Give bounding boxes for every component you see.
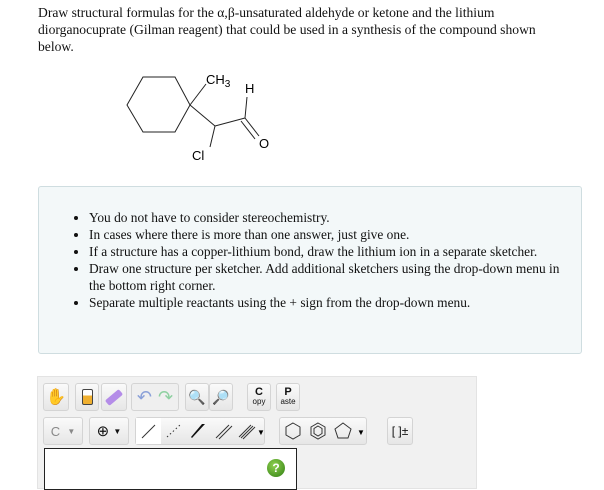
- undo-redo-group: ↶ ↷: [131, 383, 179, 411]
- bracket-icon: [ ]±: [391, 424, 409, 438]
- ring-tools: ▼: [279, 417, 367, 445]
- eraser-icon: [104, 388, 124, 406]
- hand-icon: ✋: [46, 389, 66, 406]
- bond-tools: ▼: [135, 417, 265, 445]
- eraser-button[interactable]: [101, 383, 127, 411]
- cyclopentane-icon: [334, 422, 352, 439]
- target-molecule: CH3 H O Cl: [126, 72, 269, 163]
- zoom-in-button[interactable]: 🔍: [185, 383, 209, 411]
- clear-button[interactable]: [75, 383, 99, 411]
- cyclohexane-ring: [126, 76, 191, 133]
- chevron-down-icon: ▼: [113, 426, 122, 436]
- paste-label: P: [284, 386, 292, 398]
- note-item: In cases where there is more than one an…: [89, 226, 581, 243]
- paste-sublabel: aste: [280, 397, 296, 406]
- copy-button[interactable]: Copy: [247, 383, 271, 411]
- double-bond-icon: [215, 424, 233, 440]
- triple-bond-icon: [238, 424, 256, 440]
- chevron-down-icon: ▼: [357, 428, 365, 437]
- sketcher: ✋ ↶ ↷ 🔍 🔎 Copy Paste C ▼ ⊕ ▼ ▼ ▼ [ ]± ?: [37, 376, 477, 490]
- charge-selector[interactable]: ⊕ ▼: [89, 417, 129, 445]
- ch3-label: CH3: [206, 72, 231, 90]
- cyclohexane-icon: [285, 422, 301, 440]
- drawing-canvas[interactable]: ?: [44, 448, 297, 490]
- note-item: Separate multiple reactants using the + …: [89, 294, 581, 311]
- zoom-out-button[interactable]: 🔎: [209, 383, 233, 411]
- zoom-out-icon: 🔎: [212, 388, 230, 405]
- zoom-in-icon: 🔍: [188, 388, 206, 405]
- note-item: Draw one structure per sketcher. Add add…: [89, 260, 581, 294]
- charge-icon: ⊕: [96, 423, 110, 440]
- ring-icons: ▼: [285, 422, 365, 440]
- help-icon[interactable]: ?: [267, 459, 285, 477]
- copy-sublabel: opy: [252, 397, 266, 406]
- wedge-bond-icon: [191, 424, 205, 438]
- hashed-bond-icon: [166, 424, 181, 438]
- move-tool-button[interactable]: ✋: [43, 383, 69, 411]
- chevron-down-icon: ▼: [67, 426, 76, 436]
- note-item: You do not have to consider stereochemis…: [89, 209, 581, 226]
- bracket-button[interactable]: [ ]±: [387, 417, 413, 445]
- undo-icon[interactable]: ↶: [137, 387, 152, 408]
- benzene-icon: [310, 422, 326, 440]
- paste-button[interactable]: Paste: [276, 383, 300, 411]
- o-label: O: [259, 136, 269, 151]
- atom-selector[interactable]: C ▼: [43, 417, 83, 445]
- copy-label: C: [255, 386, 263, 398]
- note-item: If a structure has a copper-lithium bond…: [89, 243, 581, 260]
- instructions-box: You do not have to consider stereochemis…: [38, 186, 582, 354]
- bond-icons: ▼: [136, 418, 264, 444]
- cl-label: Cl: [192, 148, 204, 163]
- atom-label: C: [50, 423, 61, 439]
- h-label: H: [245, 81, 254, 96]
- wash-bottle-icon: [81, 389, 93, 405]
- chevron-down-icon: ▼: [257, 428, 264, 437]
- redo-icon[interactable]: ↷: [158, 387, 173, 408]
